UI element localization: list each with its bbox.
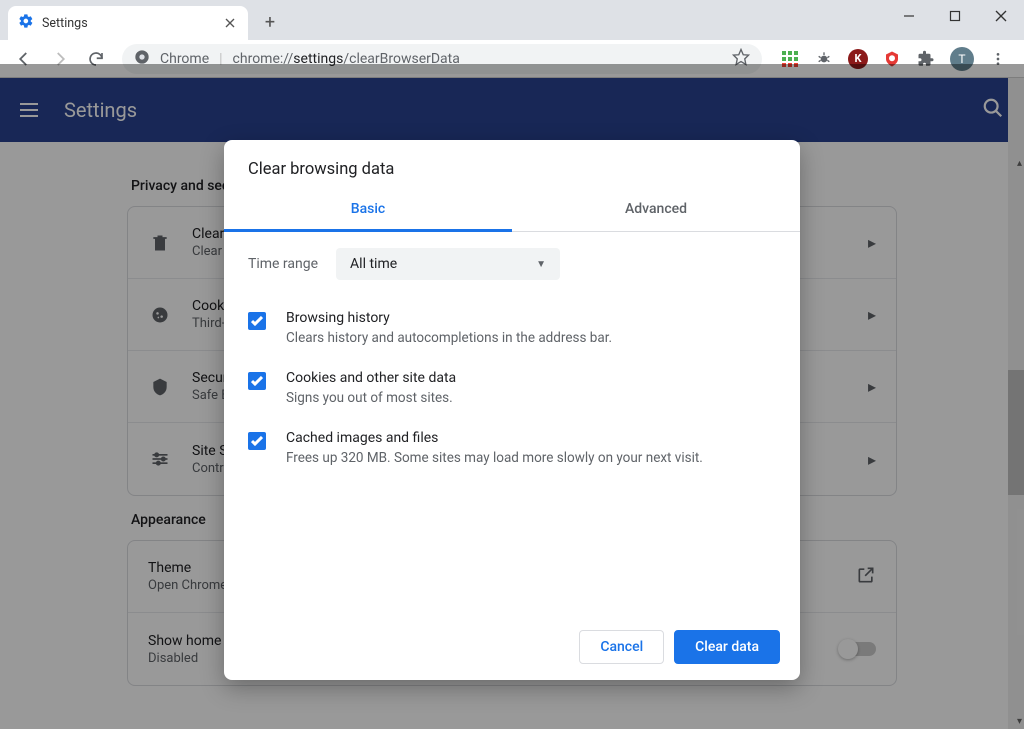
dialog-tabs: Basic Advanced — [224, 187, 800, 232]
browser-tab[interactable]: Settings — [8, 6, 248, 40]
checkbox-browsing-history[interactable] — [248, 312, 266, 330]
time-range-select[interactable]: All time ▼ — [336, 248, 560, 280]
window-minimize-button[interactable] — [886, 0, 932, 32]
option-cookies: Cookies and other site dataSigns you out… — [248, 360, 776, 420]
window-maximize-button[interactable] — [932, 0, 978, 32]
window-close-button[interactable] — [978, 0, 1024, 32]
time-range-label: Time range — [248, 256, 318, 272]
modal-overlay: Clear browsing data Basic Advanced Time … — [0, 78, 1024, 729]
tab-advanced[interactable]: Advanced — [512, 187, 800, 231]
clear-data-button[interactable]: Clear data — [674, 630, 780, 664]
tab-title: Settings — [42, 16, 88, 31]
clear-browsing-data-dialog: Clear browsing data Basic Advanced Time … — [224, 140, 800, 680]
option-browsing-history: Browsing historyClears history and autoc… — [248, 300, 776, 360]
dialog-body: Time range All time ▼ Browsing historyCl… — [224, 232, 800, 614]
dialog-actions: Cancel Clear data — [224, 614, 800, 680]
tab-close-button[interactable] — [222, 15, 238, 31]
new-tab-button[interactable]: + — [256, 8, 284, 36]
tab-bar: Settings + — [0, 0, 1024, 40]
time-range-row: Time range All time ▼ — [248, 248, 776, 280]
checkbox-cookies[interactable] — [248, 372, 266, 390]
dialog-title: Clear browsing data — [224, 140, 800, 187]
tab-basic[interactable]: Basic — [224, 187, 512, 231]
checkbox-cached[interactable] — [248, 432, 266, 450]
gear-icon — [18, 13, 34, 33]
option-cached: Cached images and filesFrees up 320 MB. … — [248, 420, 776, 480]
window-controls — [886, 0, 1024, 32]
cancel-button[interactable]: Cancel — [579, 630, 664, 664]
chevron-down-icon: ▼ — [536, 259, 546, 270]
time-range-value: All time — [350, 256, 397, 272]
